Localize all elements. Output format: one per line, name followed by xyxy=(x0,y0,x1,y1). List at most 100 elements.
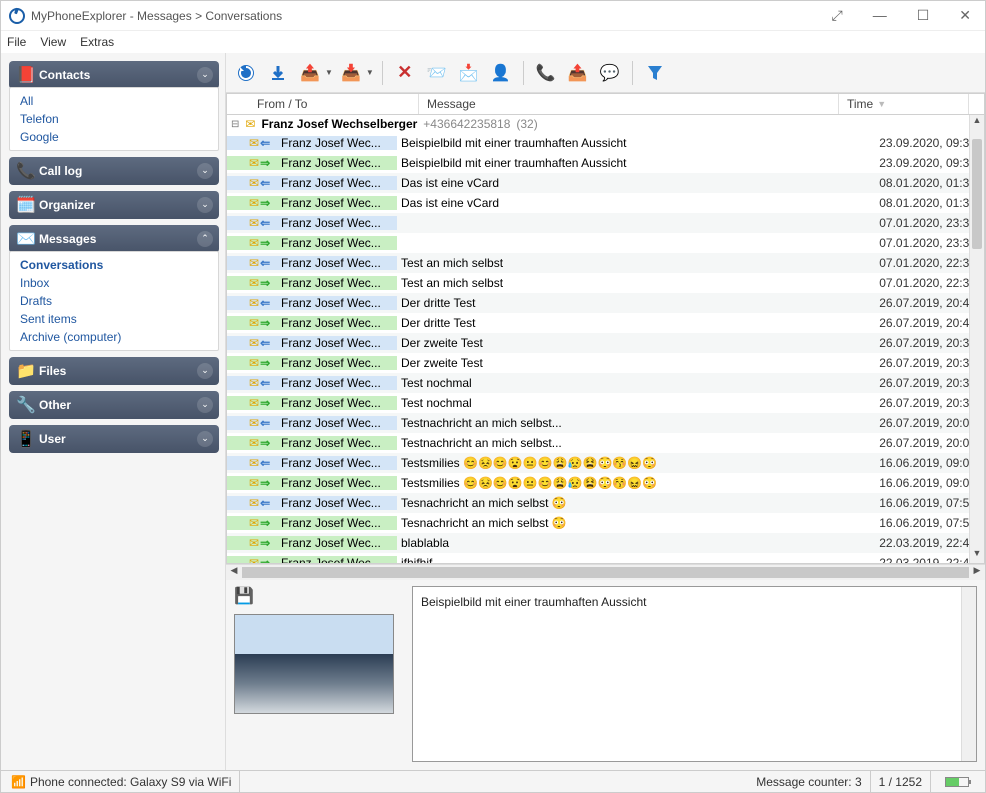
panel-user[interactable]: 📱 User ⌄ xyxy=(9,425,219,453)
reply-button[interactable]: 📨 xyxy=(423,59,451,87)
scroll-right-icon[interactable]: ▶ xyxy=(969,565,985,581)
outgoing-icon: ✉⇒ xyxy=(249,476,277,490)
forward-button[interactable]: 📩 xyxy=(455,59,483,87)
send-button[interactable]: 📤 xyxy=(564,59,592,87)
message-preview[interactable]: Beispielbild mit einer traumhaften Aussi… xyxy=(412,586,977,762)
messages-item-drafts[interactable]: Drafts xyxy=(12,292,216,310)
messages-item-conversations[interactable]: Conversations xyxy=(12,256,216,274)
scroll-thumb[interactable] xyxy=(242,567,969,578)
table-row[interactable]: ✉⇐Franz Josef Wec...Tesnachricht an mich… xyxy=(227,493,984,513)
scroll-up-icon[interactable]: ▲ xyxy=(970,115,984,130)
save-icon[interactable]: 💾 xyxy=(234,586,404,606)
row-message: Test nochmal xyxy=(397,396,854,410)
messages-item-inbox[interactable]: Inbox xyxy=(12,274,216,292)
panel-organizer[interactable]: 🗓️ Organizer ⌄ xyxy=(9,191,219,219)
incoming-icon: ✉⇐ xyxy=(249,496,277,510)
maximize-button[interactable]: ☐ xyxy=(911,5,936,26)
row-message: Der dritte Test xyxy=(397,316,854,330)
menu-file[interactable]: File xyxy=(7,35,26,49)
menu-view[interactable]: View xyxy=(40,35,66,49)
outgoing-icon: ✉⇒ xyxy=(249,156,277,170)
call-button[interactable]: 📞 xyxy=(532,59,560,87)
table-row[interactable]: ✉⇐Franz Josef Wec...Test nochmal26.07.20… xyxy=(227,373,984,393)
filter-button[interactable] xyxy=(641,59,669,87)
table-row[interactable]: ✉⇐Franz Josef Wec...Beispielbild mit ein… xyxy=(227,133,984,153)
col-time[interactable]: Time▼ xyxy=(839,94,969,114)
conversation-header[interactable]: ⊟ ✉ Franz Josef Wechselberger +436642235… xyxy=(227,115,984,133)
row-message: Tesnachricht an mich selbst 😳 xyxy=(397,516,854,530)
dropdown-icon[interactable]: ▼ xyxy=(366,68,374,77)
table-row[interactable]: ✉⇒Franz Josef Wec...Testnachricht an mic… xyxy=(227,433,984,453)
row-time: 22.03.2019, 22:46 xyxy=(854,556,984,564)
panel-messages[interactable]: ✉️ Messages ⌃ xyxy=(9,225,219,253)
contacts-item-telefon[interactable]: Telefon xyxy=(12,110,216,128)
table-row[interactable]: ✉⇒Franz Josef Wec...ifhifhif22.03.2019, … xyxy=(227,553,984,564)
incoming-icon: ✉⇐ xyxy=(249,456,277,470)
table-row[interactable]: ✉⇒Franz Josef Wec...07.01.2020, 23:37 xyxy=(227,233,984,253)
collapse-icon[interactable]: ⊟ xyxy=(231,119,239,130)
incoming-icon: ✉⇐ xyxy=(249,176,277,190)
horizontal-scrollbar[interactable]: ◀ ▶ xyxy=(226,564,985,580)
row-message: Tesnachricht an mich selbst 😳 xyxy=(397,496,854,510)
outgoing-icon: ✉⇒ xyxy=(249,236,277,250)
row-time: 23.09.2020, 09:35 xyxy=(854,156,984,170)
panel-contacts[interactable]: 📕 Contacts ⌄ xyxy=(9,61,219,89)
table-row[interactable]: ✉⇐Franz Josef Wec...Testsmilies 😊😣😊😧😐😊😩😥… xyxy=(227,453,984,473)
table-row[interactable]: ✉⇐Franz Josef Wec...Test an mich selbst0… xyxy=(227,253,984,273)
table-row[interactable]: ✉⇒Franz Josef Wec...Beispielbild mit ein… xyxy=(227,153,984,173)
calllog-icon: 📞 xyxy=(13,161,39,181)
organizer-icon: 🗓️ xyxy=(13,195,39,215)
close-button[interactable]: ✕ xyxy=(953,5,977,26)
restore-down-icon[interactable]: ⤢ xyxy=(826,5,849,26)
delete-button[interactable]: ✕ xyxy=(391,59,419,87)
col-from[interactable]: From / To xyxy=(249,94,419,114)
download-button[interactable] xyxy=(264,59,292,87)
window-title: MyPhoneExplorer - Messages > Conversatio… xyxy=(31,9,282,23)
table-row[interactable]: ✉⇐Franz Josef Wec...Der dritte Test26.07… xyxy=(227,293,984,313)
table-row[interactable]: ✉⇒Franz Josef Wec...Der zweite Test26.07… xyxy=(227,353,984,373)
table-row[interactable]: ✉⇒Franz Josef Wec...Tesnachricht an mich… xyxy=(227,513,984,533)
add-contact-button[interactable]: 👤 xyxy=(487,59,515,87)
table-row[interactable]: ✉⇐Franz Josef Wec...Der zweite Test26.07… xyxy=(227,333,984,353)
contacts-item-google[interactable]: Google xyxy=(12,128,216,146)
contacts-item-all[interactable]: All xyxy=(12,92,216,110)
row-from: Franz Josef Wec... xyxy=(281,276,381,290)
export-button[interactable]: 📤 xyxy=(296,59,324,87)
row-time: 26.07.2019, 20:43 xyxy=(854,316,984,330)
table-row[interactable]: ✉⇒Franz Josef Wec...Testsmilies 😊😣😊😧😐😊😩😥… xyxy=(227,473,984,493)
menu-extras[interactable]: Extras xyxy=(80,35,114,49)
import-button[interactable]: 📥 xyxy=(337,59,365,87)
row-time: 08.01.2020, 01:30 xyxy=(854,176,984,190)
table-row[interactable]: ✉⇒Franz Josef Wec...Test an mich selbst0… xyxy=(227,273,984,293)
panel-calllog[interactable]: 📞 Call log ⌄ xyxy=(9,157,219,185)
table-body: ⊟ ✉ Franz Josef Wechselberger +436642235… xyxy=(226,115,985,564)
messages-item-sent[interactable]: Sent items xyxy=(12,310,216,328)
vertical-scrollbar[interactable]: ▲ ▼ xyxy=(969,115,984,563)
scroll-left-icon[interactable]: ◀ xyxy=(226,565,242,581)
col-message[interactable]: Message xyxy=(419,94,839,114)
messages-item-archive[interactable]: Archive (computer) xyxy=(12,328,216,346)
row-message: Test nochmal xyxy=(397,376,854,390)
minimize-button[interactable]: ― xyxy=(867,5,893,26)
table-row[interactable]: ✉⇒Franz Josef Wec...Der dritte Test26.07… xyxy=(227,313,984,333)
row-time: 26.07.2019, 20:39 xyxy=(854,356,984,370)
table-row[interactable]: ✉⇒Franz Josef Wec...blablabla22.03.2019,… xyxy=(227,533,984,553)
panel-files[interactable]: 📁 Files ⌄ xyxy=(9,357,219,385)
row-from: Franz Josef Wec... xyxy=(281,296,381,310)
refresh-button[interactable] xyxy=(232,59,260,87)
chat-button[interactable]: 💬 xyxy=(596,59,624,87)
table-row[interactable]: ✉⇐Franz Josef Wec...07.01.2020, 23:37 xyxy=(227,213,984,233)
table-row[interactable]: ✉⇐Franz Josef Wec...Testnachricht an mic… xyxy=(227,413,984,433)
user-icon: 📱 xyxy=(13,429,39,449)
scroll-thumb[interactable] xyxy=(972,139,982,249)
preview-scrollbar[interactable] xyxy=(961,587,976,761)
table-row[interactable]: ✉⇒Franz Josef Wec...Test nochmal26.07.20… xyxy=(227,393,984,413)
dropdown-icon[interactable]: ▼ xyxy=(325,68,333,77)
scroll-down-icon[interactable]: ▼ xyxy=(970,548,984,563)
table-header: From / To Message Time▼ xyxy=(226,93,985,115)
row-from: Franz Josef Wec... xyxy=(281,516,381,530)
table-row[interactable]: ✉⇐Franz Josef Wec...Das ist eine vCard08… xyxy=(227,173,984,193)
table-row[interactable]: ✉⇒Franz Josef Wec...Das ist eine vCard08… xyxy=(227,193,984,213)
panel-other[interactable]: 🔧 Other ⌄ xyxy=(9,391,219,419)
attachment-thumbnail[interactable] xyxy=(234,614,394,714)
